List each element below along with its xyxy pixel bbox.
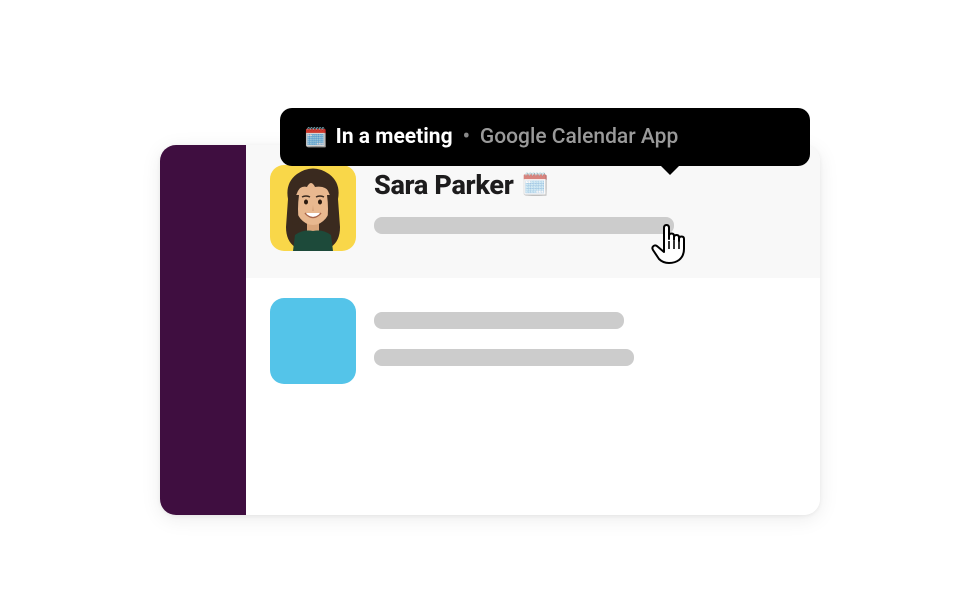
calendar-icon: 🗓️	[304, 126, 328, 149]
avatar-placeholder[interactable]	[270, 298, 356, 384]
message-row[interactable]	[246, 278, 820, 410]
slack-window: Sara Parker 🗓️	[160, 145, 820, 515]
status-tooltip: 🗓️ In a meeting • Google Calendar App	[280, 108, 810, 166]
username-row: Sara Parker 🗓️	[374, 169, 796, 201]
tooltip-app-name: Google Calendar App	[480, 125, 678, 149]
avatar-illustration	[273, 165, 353, 251]
message-text-placeholder	[374, 312, 624, 329]
tooltip-status-text: In a meeting	[336, 125, 453, 149]
message-list: Sara Parker 🗓️	[246, 145, 820, 515]
avatar[interactable]	[270, 165, 356, 251]
hand-cursor-icon	[650, 222, 688, 264]
message-content	[374, 298, 796, 386]
tooltip-separator: •	[463, 125, 470, 149]
message-content: Sara Parker 🗓️	[374, 165, 796, 254]
username[interactable]: Sara Parker	[374, 169, 513, 201]
message-text-placeholder	[374, 349, 634, 366]
status-emoji-icon[interactable]: 🗓️	[521, 173, 548, 198]
message-text-placeholder	[374, 217, 674, 234]
workspace-sidebar[interactable]	[160, 145, 246, 515]
